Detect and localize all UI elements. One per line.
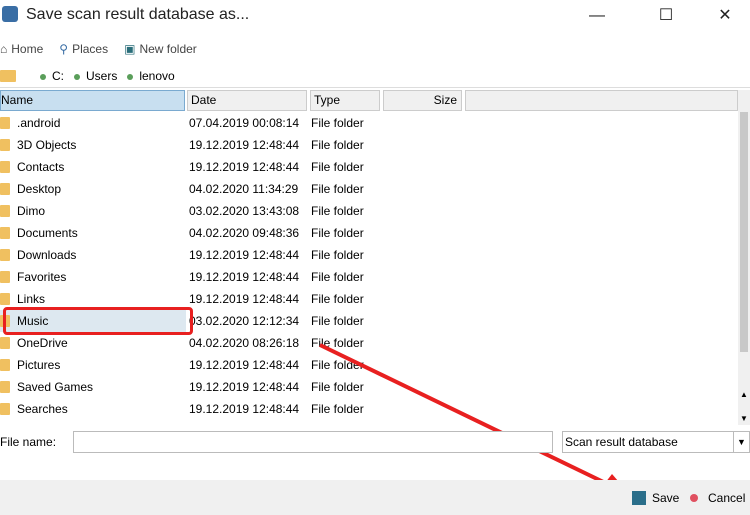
chevron-down-icon: ▼ (733, 432, 749, 452)
save-button[interactable]: Save (632, 488, 679, 508)
cancel-icon (690, 494, 698, 502)
file-type-select[interactable]: Scan result database ▼ (562, 431, 750, 453)
file-name-label: File name: (0, 435, 57, 449)
cancel-button[interactable]: Cancel (690, 488, 745, 508)
save-icon (632, 491, 646, 505)
file-name-input[interactable] (73, 431, 553, 453)
